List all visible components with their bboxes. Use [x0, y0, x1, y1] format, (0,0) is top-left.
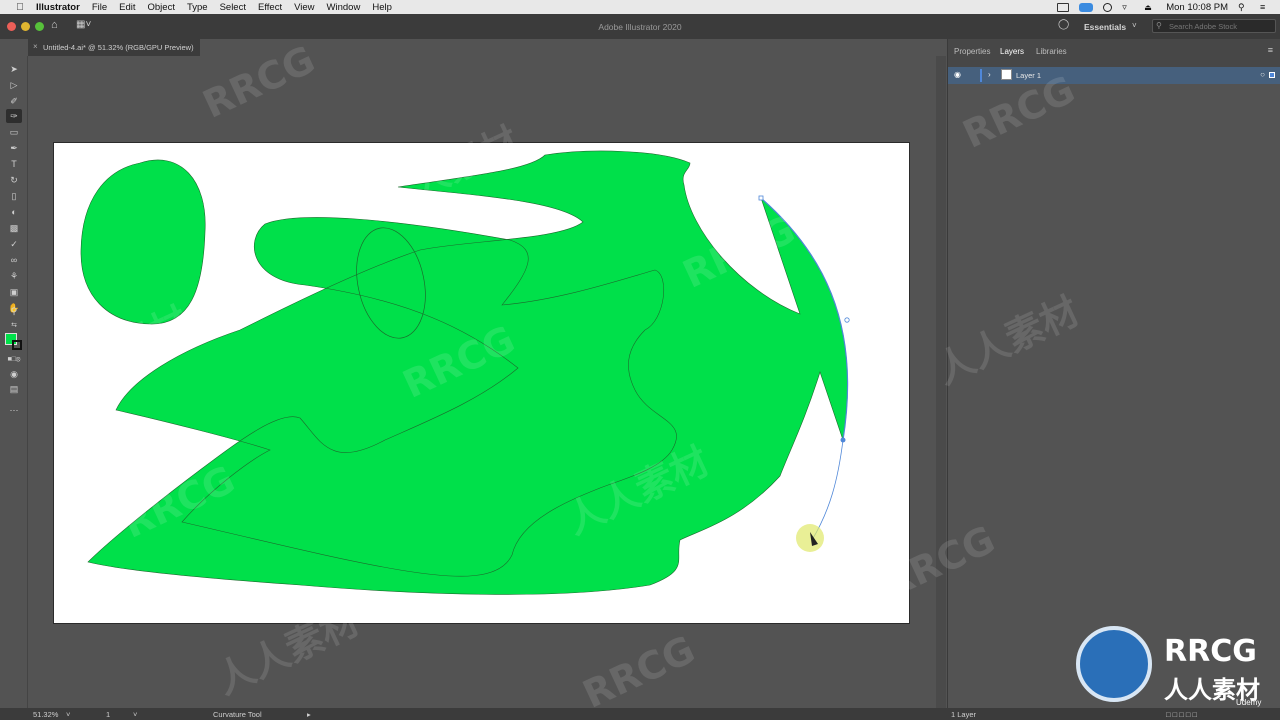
green-blob-shape[interactable]: [80, 159, 206, 325]
tab-properties[interactable]: Properties: [954, 47, 990, 56]
rubber-band-preview: [811, 439, 844, 541]
target-icon[interactable]: ○: [1260, 70, 1265, 79]
selection-indicator[interactable]: [1269, 72, 1275, 78]
chevron-down-icon[interactable]: ˅: [133, 710, 137, 719]
udemy-badge: Udemy: [1236, 698, 1262, 707]
chevron-down-icon[interactable]: ˅: [66, 710, 70, 719]
layer-count: 1 Layer: [951, 710, 977, 719]
status-menu-arrow-icon[interactable]: ▸: [307, 710, 311, 719]
tab-layers[interactable]: Layers: [1000, 47, 1024, 56]
status-bar: 51.32% ˅ 1 ˅ Curvature Tool ▸ 1 Layer □ …: [0, 708, 1280, 720]
new-layer-icons[interactable]: □ □ □ □ □: [1166, 710, 1197, 719]
cursor-highlight: [796, 524, 824, 552]
anchor-point-selected[interactable]: [840, 437, 846, 443]
rrcg-badge-icon: [1076, 626, 1152, 702]
rrcg-logo: RRCG 人人素材 Udemy: [1076, 626, 1276, 707]
vertical-scrollbar[interactable]: [936, 56, 946, 708]
tab-libraries[interactable]: Libraries: [1036, 47, 1067, 56]
rrcg-logo-text: RRCG: [1164, 634, 1257, 669]
visibility-eye-icon[interactable]: ◉: [954, 70, 961, 79]
layer-name[interactable]: Layer 1: [1016, 71, 1041, 80]
anchor-point[interactable]: [758, 195, 764, 201]
expand-chevron-icon[interactable]: ›: [988, 70, 991, 79]
layer-color-swatch: [980, 69, 982, 82]
zoom-level[interactable]: 51.32%: [33, 710, 58, 719]
panel-menu-icon[interactable]: ≡: [1268, 45, 1273, 55]
anchor-point[interactable]: [844, 317, 850, 323]
artboard-navigation[interactable]: 1: [106, 710, 110, 719]
current-tool-label: Curvature Tool: [213, 710, 262, 719]
layers-panel: Properties Layers Libraries ≡ ◉ › Layer …: [947, 39, 1280, 708]
layer-row-layer-1[interactable]: ◉ › Layer 1 ○: [948, 67, 1280, 84]
panel-tab-bar: Properties Layers Libraries ≡: [948, 39, 1280, 67]
layer-thumbnail: [1001, 69, 1012, 80]
